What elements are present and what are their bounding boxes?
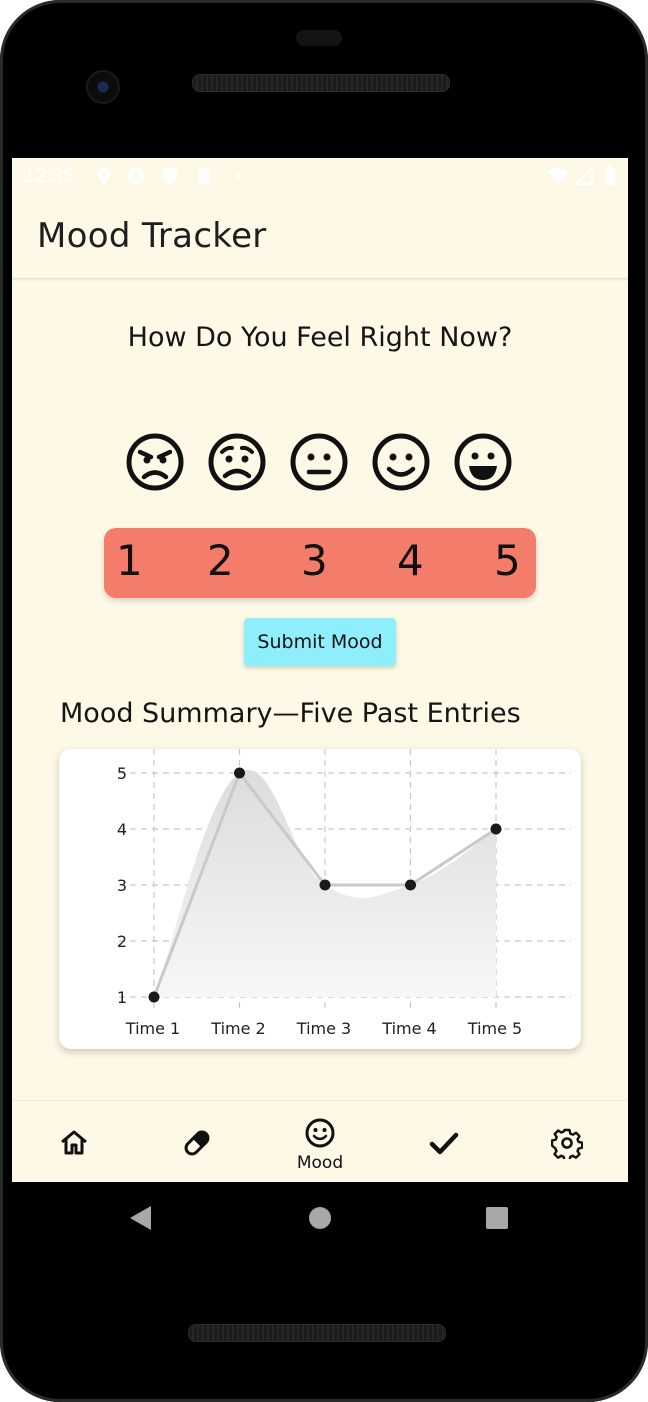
neutral-face-icon[interactable] — [289, 432, 349, 492]
mood-line-chart: 1 2 3 4 5 Time 1 Time 2 Time 3 Time 4 Time 5 — [117, 749, 571, 1038]
mood-scale-slider[interactable]: 1 2 3 4 5 — [104, 528, 536, 598]
sad-face-icon[interactable] — [207, 432, 267, 492]
back-icon[interactable] — [130, 1206, 151, 1230]
wifi-icon — [548, 168, 568, 184]
mood-face-row — [12, 432, 628, 496]
battery-icon — [605, 166, 615, 185]
scale-value-3[interactable]: 3 — [301, 536, 328, 585]
nav-mood[interactable]: Mood — [280, 1101, 360, 1182]
home-icon — [61, 1130, 87, 1155]
y-tick-label: 3 — [117, 876, 127, 895]
bottom-speaker-grille — [188, 1324, 446, 1342]
y-tick-label: 1 — [117, 988, 127, 1007]
checkmark-icon — [429, 1132, 459, 1155]
grin-face-icon[interactable] — [453, 432, 513, 492]
scale-value-1[interactable]: 1 — [116, 536, 143, 585]
mood-question: How Do You Feel Right Now? — [127, 322, 513, 353]
app-bar: Mood Tracker — [12, 194, 628, 279]
location-icon — [98, 168, 110, 184]
nav-mood-label: Mood — [296, 1153, 344, 1173]
status-time: 12:35 — [24, 165, 75, 187]
recents-icon[interactable] — [486, 1207, 508, 1229]
nav-home[interactable] — [34, 1101, 114, 1182]
dot-icon — [235, 173, 241, 179]
nav-settings[interactable] — [527, 1101, 607, 1182]
data-point — [319, 879, 331, 891]
data-point — [148, 991, 160, 1003]
app-title: Mood Tracker — [37, 216, 267, 256]
earpiece — [296, 30, 342, 46]
top-speaker-grille — [192, 74, 450, 92]
summary-title: Mood Summary—Five Past Entries — [60, 698, 521, 729]
front-camera — [86, 70, 120, 104]
data-point — [234, 767, 245, 779]
mood-chart-card: 1 2 3 4 5 Time 1 Time 2 Time 3 Time 4 Time 5 — [59, 749, 581, 1049]
phone-frame: 12:35 Mood Tracker How Do You Feel Right… — [0, 0, 648, 1402]
system-navigation-bar — [130, 1206, 508, 1230]
smile-icon — [305, 1118, 335, 1148]
y-tick-label: 4 — [117, 820, 127, 839]
data-point — [405, 879, 416, 891]
app-screen: 12:35 Mood Tracker How Do You Feel Right… — [12, 158, 628, 1182]
sd-card-icon — [199, 168, 210, 184]
app-notification-icon — [127, 167, 145, 185]
very-angry-face-icon[interactable] — [125, 432, 185, 492]
data-point — [490, 823, 502, 835]
pill-icon — [184, 1130, 210, 1156]
cell-signal-icon — [574, 166, 593, 185]
home-circle-icon[interactable] — [309, 1207, 331, 1229]
x-tick-label: Time 4 — [381, 1019, 436, 1038]
submit-mood-button[interactable]: Submit Mood — [244, 618, 396, 666]
nav-tasks[interactable] — [404, 1101, 484, 1182]
status-bar: 12:35 — [12, 158, 628, 194]
x-tick-label: Time 2 — [210, 1019, 265, 1038]
scale-value-4[interactable]: 4 — [397, 536, 424, 585]
y-tick-label: 2 — [117, 932, 127, 951]
nav-medication[interactable] — [157, 1101, 237, 1182]
shield-icon — [163, 167, 177, 185]
gear-icon — [551, 1128, 583, 1159]
x-tick-label: Time 3 — [296, 1019, 351, 1038]
y-tick-label: 5 — [117, 764, 127, 783]
x-tick-label: Time 1 — [125, 1019, 180, 1038]
scale-value-2[interactable]: 2 — [207, 536, 234, 585]
smile-face-icon[interactable] — [371, 432, 431, 492]
x-tick-label: Time 5 — [467, 1019, 522, 1038]
bottom-navigation: Mood — [12, 1100, 628, 1182]
scale-value-5[interactable]: 5 — [494, 536, 521, 585]
